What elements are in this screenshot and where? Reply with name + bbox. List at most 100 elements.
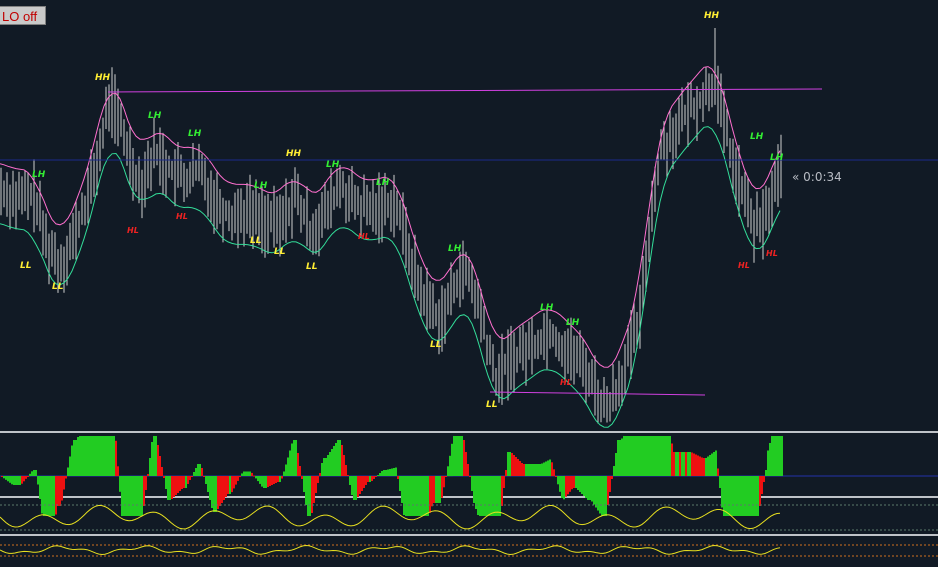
histogram-bar	[103, 436, 105, 476]
histogram-bar	[469, 476, 471, 477]
histogram-bar	[511, 453, 513, 476]
swing-label-ll: LL	[486, 400, 498, 410]
histogram-bar	[433, 476, 435, 503]
histogram-bar	[713, 452, 715, 476]
histogram-bar	[7, 476, 9, 482]
histogram-bar	[691, 452, 693, 476]
histogram-bar	[331, 449, 333, 476]
swing-label-hl: HL	[358, 232, 370, 241]
histogram-bar	[359, 476, 361, 494]
swing-label-hl: HL	[127, 226, 139, 235]
histogram-bar	[15, 476, 17, 485]
histogram-bar	[569, 476, 571, 492]
histogram-bar	[707, 456, 709, 476]
swing-label-ll: LL	[52, 282, 64, 292]
histogram-bar	[25, 476, 27, 479]
histogram-bar	[55, 476, 57, 515]
histogram-bar	[745, 476, 747, 516]
price-chart[interactable]: HH HH HH LH LH LH LH LH LH LH LH LH LH LH HL HL HL HL HL HL…	[0, 0, 938, 567]
histogram-bar	[335, 443, 337, 476]
histogram-bar	[61, 476, 63, 501]
histogram-bar	[5, 476, 7, 480]
histogram-bar	[545, 461, 547, 476]
histogram-bar	[387, 469, 389, 476]
histogram-bar	[655, 436, 657, 476]
histogram-bar	[347, 475, 349, 476]
histogram-bar	[93, 436, 95, 476]
histogram-bar	[537, 464, 539, 476]
histogram-bar	[23, 476, 25, 482]
histogram-bar	[157, 445, 159, 476]
histogram-bar	[17, 476, 19, 485]
histogram-bar	[629, 436, 631, 476]
histogram-bar	[311, 476, 313, 513]
envelope-lines	[0, 66, 781, 428]
histogram-bar	[259, 476, 261, 484]
histogram-bar	[107, 436, 109, 476]
histogram-bar	[297, 453, 299, 476]
histogram-bar	[497, 476, 499, 516]
histogram-bar	[559, 476, 561, 492]
histogram-bar	[289, 450, 291, 476]
histogram-bar	[563, 476, 565, 500]
histogram-bar	[453, 436, 455, 476]
histogram-bar	[549, 459, 551, 476]
histogram-bar	[643, 436, 645, 476]
histogram-bar	[309, 476, 311, 516]
histogram-bar	[195, 468, 197, 476]
histogram-bar	[51, 476, 53, 516]
histogram-bar	[491, 476, 493, 516]
histogram-bar	[183, 476, 185, 488]
histogram-bar	[479, 476, 481, 516]
histogram-bar	[711, 453, 713, 476]
histogram-bar	[739, 476, 741, 516]
histogram-bar	[695, 454, 697, 476]
histogram-bar	[527, 464, 529, 476]
histogram-bar	[159, 456, 161, 476]
histogram-bar	[119, 476, 121, 492]
histogram-bar	[77, 437, 79, 476]
histogram-bar	[435, 476, 437, 503]
histogram-bar	[377, 475, 379, 476]
histogram-bar	[571, 476, 573, 490]
histogram-bar	[737, 476, 739, 516]
histogram-bar	[409, 476, 411, 516]
histogram-bar	[565, 476, 567, 497]
histogram-bar	[539, 464, 541, 476]
histogram-bar	[115, 440, 117, 477]
histogram-bar	[481, 476, 483, 516]
histogram-bar	[645, 436, 647, 476]
histogram-bar	[649, 436, 651, 476]
histogram-bar	[49, 476, 51, 516]
histogram-bar	[35, 470, 37, 476]
histogram-bar	[151, 442, 153, 476]
histogram-bar	[327, 455, 329, 476]
histogram-bar	[383, 470, 385, 476]
histogram-bar	[329, 452, 331, 476]
histogram-bar	[37, 476, 39, 485]
histogram-bar	[357, 476, 359, 497]
histogram-bar	[669, 436, 671, 476]
histogram-bar	[277, 476, 279, 482]
histogram-bar	[585, 476, 587, 498]
histogram-bar	[507, 452, 509, 476]
histogram-bar	[413, 476, 415, 516]
histogram-bar	[193, 472, 195, 476]
histogram-bar	[677, 452, 679, 476]
histogram-bar	[639, 436, 641, 476]
histogram-bar	[579, 476, 581, 492]
swing-label-lh: LH	[254, 181, 268, 191]
histogram-bar	[501, 476, 503, 506]
histogram-bar	[457, 436, 459, 476]
histogram-bar	[333, 446, 335, 476]
histogram-bar	[681, 452, 683, 476]
histogram-bar	[303, 476, 305, 492]
lo-toggle-button[interactable]: LO off	[0, 6, 46, 25]
histogram-bar	[581, 476, 583, 494]
histogram-bar	[551, 462, 553, 477]
histogram-bar	[105, 436, 107, 476]
histogram-bar	[403, 476, 405, 515]
histogram-bar	[665, 436, 667, 476]
histogram-bar	[489, 476, 491, 516]
swing-label-ll: LL	[306, 262, 318, 272]
